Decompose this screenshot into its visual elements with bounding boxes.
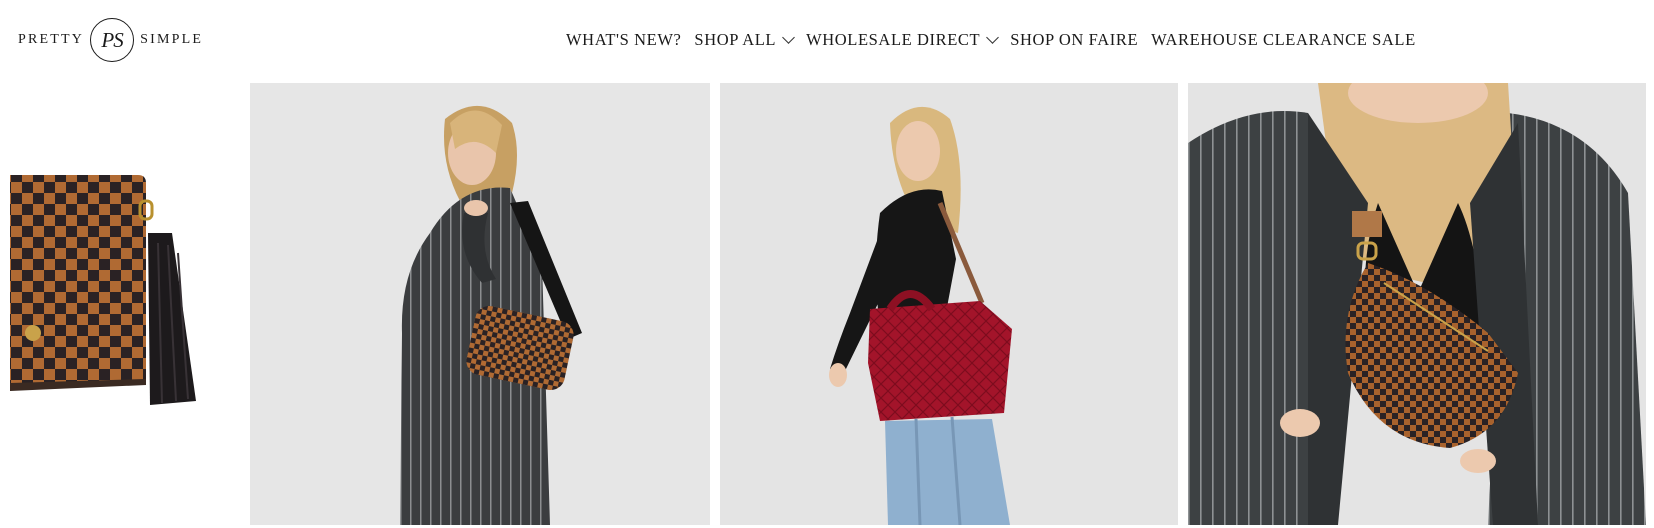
- gallery-image-tote-model[interactable]: [720, 83, 1178, 525]
- site-header: PRETTY PS SIMPLE WHAT'S NEW? SHOP ALL WH…: [0, 0, 1654, 82]
- logo-word-left: PRETTY: [18, 32, 85, 47]
- gallery-image-sling-closeup[interactable]: [1188, 83, 1646, 525]
- nav-item-shop-on-faire[interactable]: SHOP ON FAIRE: [1010, 30, 1138, 50]
- logo-monogram: PS: [90, 18, 135, 62]
- gallery-image-wallet[interactable]: [0, 83, 236, 525]
- brand-logo[interactable]: PRETTY PS SIMPLE: [18, 17, 203, 63]
- chevron-down-icon: [782, 31, 795, 44]
- nav-item-whats-new[interactable]: WHAT'S NEW?: [566, 30, 681, 50]
- nav-item-label: WHOLESALE DIRECT: [806, 30, 981, 49]
- gallery-image-crossbody-model[interactable]: [250, 83, 710, 525]
- nav-item-label: SHOP ALL: [694, 30, 777, 49]
- main-navigation: WHAT'S NEW? SHOP ALL WHOLESALE DIRECT SH…: [566, 28, 1416, 52]
- logo-word-right: SIMPLE: [140, 32, 204, 47]
- nav-item-label: WHAT'S NEW?: [566, 30, 682, 49]
- nav-item-shop-all[interactable]: SHOP ALL: [694, 30, 795, 50]
- chevron-down-icon: [986, 31, 1000, 44]
- nav-item-clearance-sale[interactable]: WAREHOUSE CLEARANCE SALE: [1151, 30, 1416, 50]
- nav-item-wholesale-direct[interactable]: WHOLESALE DIRECT: [806, 30, 1000, 50]
- nav-item-label: SHOP ON FAIRE: [1010, 30, 1139, 49]
- nav-item-label: WAREHOUSE CLEARANCE SALE: [1151, 30, 1416, 49]
- image-gallery: [0, 83, 1654, 528]
